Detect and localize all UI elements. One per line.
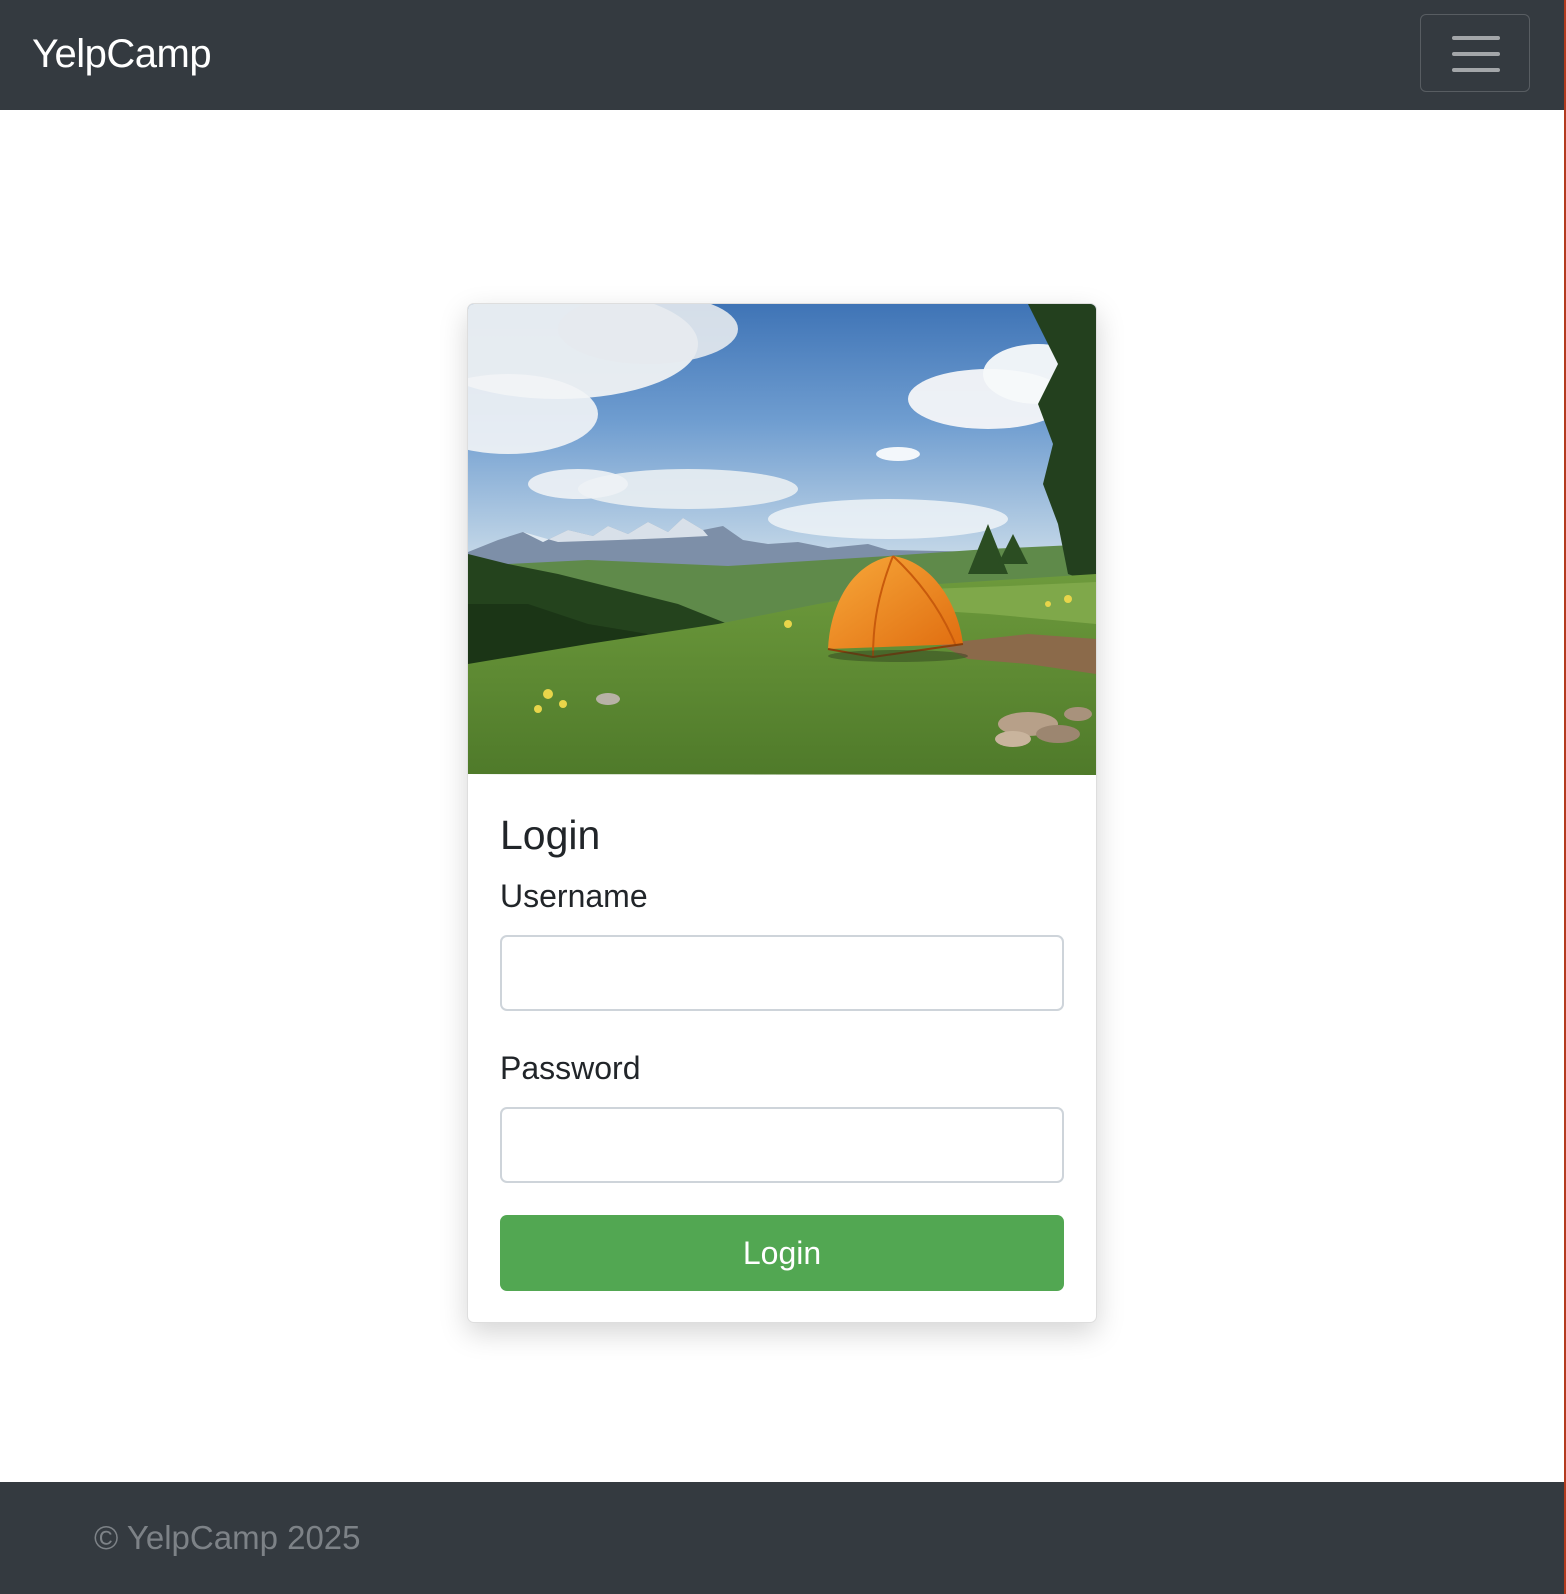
- username-label: Username: [500, 878, 648, 914]
- username-field[interactable]: [500, 935, 1064, 1011]
- password-field[interactable]: [500, 1107, 1064, 1183]
- navbar-toggler-button[interactable]: [1420, 14, 1530, 92]
- brand-link[interactable]: YelpCamp: [32, 28, 212, 80]
- login-button[interactable]: Login: [500, 1215, 1064, 1291]
- login-card: Login Username Password Login: [467, 303, 1097, 1323]
- copyright-text: © YelpCamp 2025: [94, 1519, 361, 1556]
- page: YelpCamp Login Username Password Login ©…: [0, 0, 1564, 1594]
- footer: © YelpCamp 2025: [0, 1482, 1564, 1594]
- campsite-image: [468, 304, 1096, 775]
- hamburger-menu-icon: [1452, 36, 1500, 72]
- password-label: Password: [500, 1050, 641, 1086]
- navbar: YelpCamp: [0, 0, 1564, 110]
- login-title: Login: [500, 812, 601, 858]
